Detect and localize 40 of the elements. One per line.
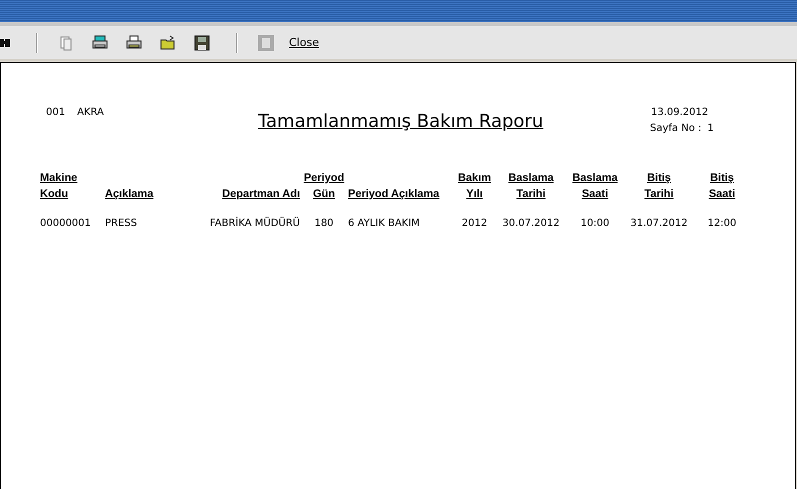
table-cell: 31.07.2012 [630,218,688,229]
folder-icon[interactable] [160,34,176,50]
column-header: Açıklama [105,187,154,202]
table-cell: FABRİKA MÜDÜRÜ [210,218,300,229]
printer-setup-icon[interactable] [92,34,108,50]
save-icon[interactable] [194,34,210,50]
column-header: Gün [312,187,336,202]
company-name: AKRA [77,107,104,120]
column-header: Periyod [302,171,346,186]
table-cell: 6 AYLIK BAKIM [348,218,420,229]
company-code: 001 [46,107,66,120]
column-header: Tarihi [515,187,547,202]
column-header: Makine [40,171,78,186]
column-header: Saati [708,187,736,202]
column-header: Yılı [465,187,484,202]
table-cell: 2012 [462,218,488,229]
column-header: Bitiş [646,171,672,186]
column-header: Baslama [571,171,619,186]
column-header: Kodu [40,187,70,202]
table-cell: 12:00 [708,218,736,229]
column-header: Saati [580,187,610,202]
column-header: Tarihi [643,187,675,202]
table-cell: 10:00 [580,218,610,229]
page-number: 1 [707,123,714,134]
printer-icon[interactable] [126,34,142,50]
close-button[interactable]: Close [289,36,319,49]
table-cell: 180 [314,218,334,229]
column-header: Departman Adı [221,187,300,202]
disabled-icon [258,34,274,50]
column-header: Periyod Açıklama [348,187,440,202]
report-date: 13.09.2012 [650,107,710,118]
table-cell: PRESS [105,218,137,229]
table-cell: 30.07.2012 [502,218,560,229]
page-label: Sayfa No : [650,123,702,134]
column-header: Bakım [456,171,492,186]
page-icon[interactable] [58,34,74,50]
column-header: Baslama [507,171,555,186]
column-header: Bitiş [709,171,735,186]
table-cell: 00000001 [40,218,91,229]
report-title: Tamamlanmamış Bakım Raporu [258,111,544,134]
